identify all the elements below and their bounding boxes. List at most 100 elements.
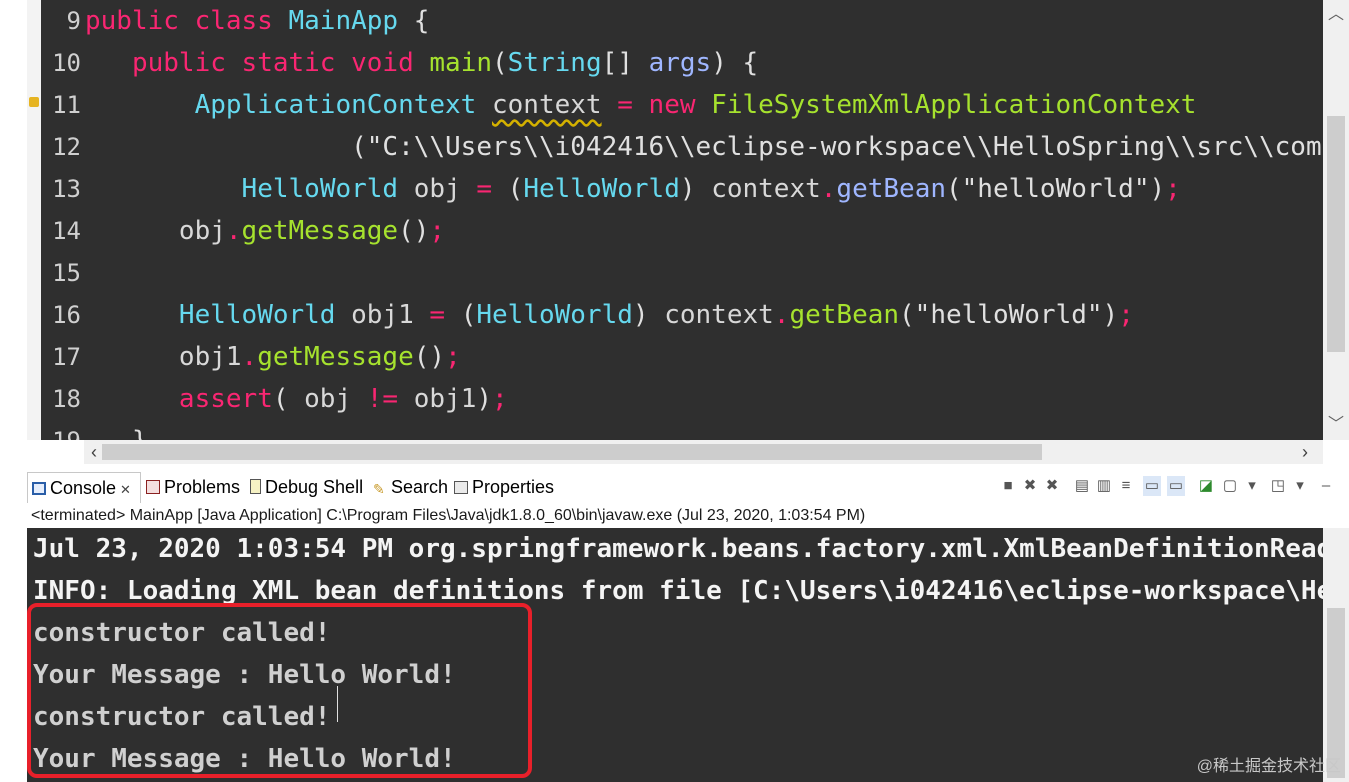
code-token: . bbox=[773, 300, 790, 330]
code-token: [] bbox=[601, 48, 649, 78]
tab-console[interactable]: Console ✕ bbox=[27, 472, 141, 503]
code-token: . bbox=[225, 216, 242, 246]
code-token: ( bbox=[492, 48, 508, 78]
scrollbar-thumb[interactable] bbox=[1327, 116, 1345, 352]
display-console-icon[interactable]: ▢ bbox=[1221, 476, 1239, 496]
line-number: 9 bbox=[66, 7, 81, 35]
editor-vertical-scrollbar[interactable]: ︿ ﹀ bbox=[1323, 0, 1349, 440]
console-vertical-scrollbar[interactable] bbox=[1323, 528, 1349, 782]
code-area[interactable]: public class MainApp { public static voi… bbox=[85, 0, 1323, 440]
close-icon[interactable]: ✕ bbox=[120, 482, 131, 497]
code-line[interactable]: obj1.getMessage(); bbox=[85, 336, 461, 378]
pin-console-icon[interactable]: ◪ bbox=[1197, 476, 1215, 496]
show-on-stdout-icon[interactable]: ▭ bbox=[1143, 476, 1161, 496]
code-line[interactable]: HelloWorld obj = (HelloWorld) context.ge… bbox=[85, 168, 1181, 210]
remove-launch-icon[interactable]: ✖ bbox=[1021, 476, 1039, 496]
code-token: ( bbox=[272, 384, 305, 414]
code-token: context bbox=[664, 300, 774, 330]
code-token: HelloWorld bbox=[241, 174, 414, 204]
tab-properties[interactable]: Properties bbox=[450, 472, 554, 502]
code-line[interactable]: public class MainApp { bbox=[85, 0, 429, 42]
show-on-stderr-icon[interactable]: ▭ bbox=[1167, 476, 1185, 496]
code-token: ApplicationContext bbox=[194, 90, 492, 120]
code-token: args bbox=[648, 48, 712, 78]
warning-marker-icon[interactable] bbox=[29, 97, 39, 107]
tab-label: Console bbox=[50, 478, 117, 498]
terminate-icon[interactable]: ■ bbox=[999, 476, 1017, 496]
code-line[interactable]: public static void main(String[] args) { bbox=[85, 42, 758, 84]
code-line[interactable]: ApplicationContext context = new FileSys… bbox=[85, 84, 1197, 126]
text-caret bbox=[337, 686, 338, 722]
scroll-down-icon[interactable]: ﹀ bbox=[1323, 412, 1349, 438]
console-log-line: Jul 23, 2020 1:03:54 PM org.springframew… bbox=[33, 534, 1349, 564]
code-token: ("helloWorld") bbox=[946, 174, 1166, 204]
code-line[interactable]: ("C:\\Users\\i042416\\eclipse-workspace\… bbox=[85, 126, 1323, 168]
code-token: ) bbox=[632, 300, 665, 330]
code-token: obj bbox=[413, 174, 461, 204]
code-token: obj1 bbox=[351, 300, 414, 330]
console-output[interactable]: Your Message : Hello World! constructor c… bbox=[27, 528, 1349, 782]
code-token: HelloWorld bbox=[178, 300, 352, 330]
scroll-lock-icon[interactable]: ▥ bbox=[1095, 476, 1113, 496]
code-token: ("helloWorld") bbox=[899, 300, 1119, 330]
code-token: ; bbox=[429, 216, 446, 246]
line-number: 11 bbox=[52, 91, 81, 119]
code-token: public static void bbox=[131, 48, 430, 78]
code-token: getBean bbox=[836, 174, 946, 204]
code-token: obj bbox=[178, 216, 226, 246]
scroll-up-icon[interactable]: ︿ bbox=[1323, 2, 1349, 28]
code-token: ( bbox=[85, 132, 367, 162]
code-token: HelloWorld bbox=[476, 300, 633, 330]
code-token: getMessage bbox=[241, 216, 399, 246]
code-token: public class bbox=[85, 6, 289, 36]
code-line[interactable]: } bbox=[85, 420, 148, 440]
scroll-right-icon[interactable]: › bbox=[1295, 440, 1315, 464]
line-number: 17 bbox=[52, 343, 81, 371]
code-line[interactable]: assert( obj != obj1); bbox=[85, 378, 508, 420]
code-token: () bbox=[413, 342, 446, 372]
code-token: ) bbox=[476, 384, 493, 414]
code-token: . bbox=[820, 174, 837, 204]
code-line[interactable]: obj.getMessage(); bbox=[85, 210, 445, 252]
code-token: new bbox=[648, 90, 712, 120]
code-token: ; bbox=[1118, 300, 1134, 330]
tab-search[interactable]: ✎ Search bbox=[369, 472, 448, 502]
scroll-left-icon[interactable]: ‹ bbox=[84, 440, 104, 464]
code-editor[interactable]: 9 10 11 12 13 14 15 16 17 18 19 public class MainA… bbox=[27, 0, 1349, 440]
code-token: ) { bbox=[711, 48, 759, 78]
code-token: != bbox=[351, 384, 414, 414]
line-number: 18 bbox=[52, 385, 81, 413]
open-console-icon[interactable]: ◳ bbox=[1269, 476, 1287, 496]
hscrollbar-thumb[interactable] bbox=[102, 444, 1042, 460]
code-token: assert bbox=[178, 384, 273, 414]
view-menu-icon[interactable]: ▾ bbox=[1291, 476, 1309, 496]
editor-horizontal-scrollbar[interactable]: ‹ › bbox=[84, 440, 1323, 464]
tab-label: Search bbox=[391, 477, 449, 497]
tab-debug-shell[interactable]: Debug Shell bbox=[246, 472, 363, 502]
word-wrap-icon[interactable]: ≡ bbox=[1117, 476, 1135, 496]
tab-problems[interactable]: Problems bbox=[142, 472, 240, 502]
code-token: String bbox=[507, 48, 602, 78]
code-token: () bbox=[398, 216, 430, 246]
search-icon: ✎ bbox=[373, 481, 385, 497]
code-token: FileSystemXmlApplicationContext bbox=[711, 90, 1197, 120]
code-token: ; bbox=[1165, 174, 1181, 204]
properties-icon bbox=[454, 481, 468, 494]
code-token: obj1 bbox=[178, 342, 242, 372]
remove-all-terminated-icon[interactable]: ✖ bbox=[1043, 476, 1061, 496]
tab-label: Problems bbox=[164, 477, 241, 497]
problems-icon bbox=[146, 480, 160, 494]
code-token: ) bbox=[679, 174, 712, 204]
dropdown-icon[interactable]: ▾ bbox=[1243, 476, 1261, 496]
line-number: 15 bbox=[52, 259, 81, 287]
code-line[interactable]: HelloWorld obj1 = (HelloWorld) context.g… bbox=[85, 294, 1134, 336]
code-token: ( bbox=[460, 300, 477, 330]
line-number: 16 bbox=[52, 301, 81, 329]
clear-console-icon[interactable]: ▤ bbox=[1073, 476, 1091, 496]
watermark: @稀土掘金技术社区 bbox=[1196, 758, 1341, 775]
minimize-icon[interactable]: – bbox=[1317, 476, 1335, 496]
tab-label: Properties bbox=[472, 477, 555, 497]
